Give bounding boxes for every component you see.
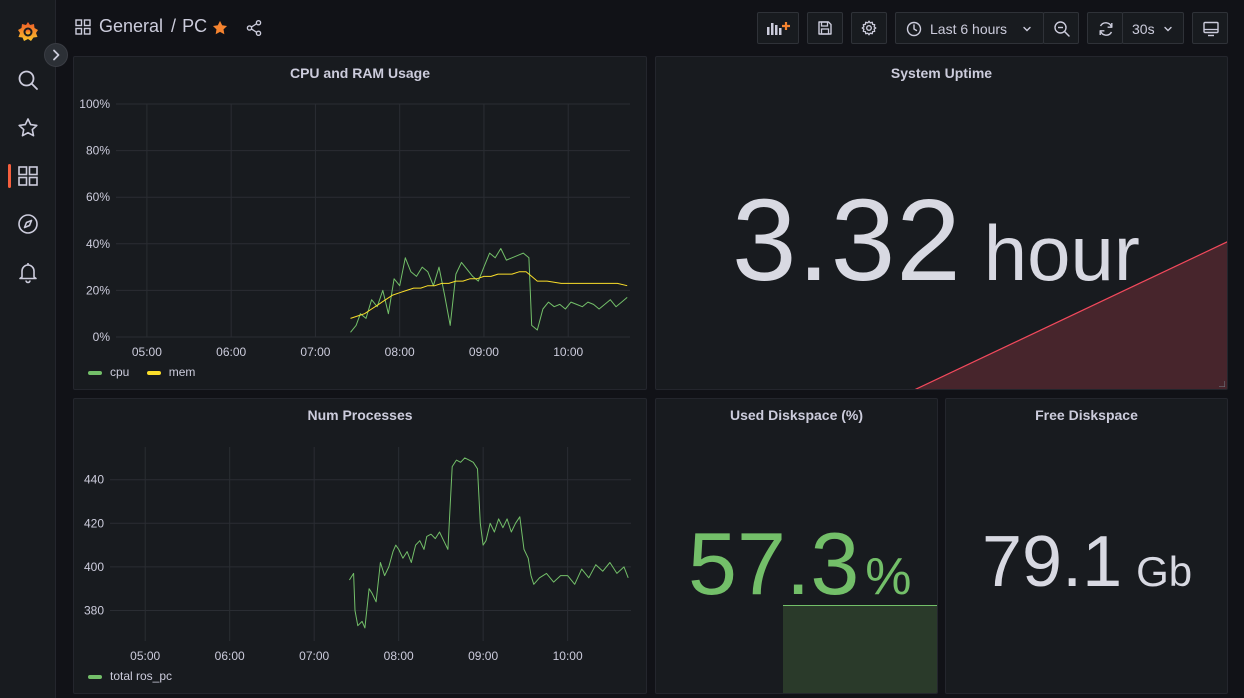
stat-value: 3.32 (732, 175, 962, 305)
dashboards-icon[interactable] (16, 164, 40, 188)
refresh-icon (1099, 22, 1113, 36)
x-tick-label: 07:00 (300, 345, 330, 359)
save-dashboard-button[interactable] (807, 12, 843, 44)
uptime-panel[interactable]: System Uptime 3.32 hour (655, 56, 1228, 390)
legend-item-total-ros-pc[interactable]: total ros_pc (88, 669, 172, 683)
y-tick-label: 20% (86, 283, 110, 297)
cpu-ram-chart: 0% 20% 40% 60% 80% 100% 05:00 06:00 07:00 08:00 09… (79, 97, 630, 359)
x-tick-label: 09:00 (468, 649, 498, 663)
alerting-icon[interactable] (16, 260, 40, 284)
x-tick-label: 08:00 (384, 649, 414, 663)
sidebar (0, 0, 56, 698)
x-tick-label: 10:00 (553, 345, 583, 359)
x-tick-label: 05:00 (132, 345, 162, 359)
refresh-interval-label: 30s (1132, 21, 1155, 37)
share-icon[interactable] (245, 19, 263, 37)
starred-icon[interactable] (16, 116, 40, 140)
clock-icon (906, 21, 922, 37)
tv-mode-button[interactable] (1192, 12, 1228, 44)
legend-label: cpu (110, 365, 130, 379)
series-line-mem[interactable] (350, 271, 628, 319)
stat-unit: % (865, 548, 912, 606)
zoom-out-icon (1054, 21, 1070, 37)
time-range-picker[interactable]: Last 6 hours (895, 12, 1044, 44)
x-tick-label: 06:00 (216, 345, 246, 359)
chevron-right-icon (53, 49, 60, 61)
legend-item-mem[interactable]: mem (146, 365, 196, 379)
stat-unit: hour (983, 209, 1140, 297)
active-indicator (8, 164, 11, 188)
processes-panel[interactable]: Num Processes 380 400 420 440 05:00 06:00 07:0… (73, 398, 647, 694)
dashboard-grid-icon (75, 19, 91, 35)
add-panel-button[interactable] (757, 12, 799, 44)
dashboard-settings-button[interactable] (851, 12, 887, 44)
page-title[interactable]: PC (182, 16, 207, 36)
cpu-ram-panel[interactable]: CPU and RAM Usage 0% 20% 40% 60% 80% 100% 05:0… (73, 56, 647, 390)
disk-level-bar (783, 605, 937, 693)
y-tick-label: 60% (86, 190, 110, 204)
refresh-interval-picker[interactable]: 30s (1122, 12, 1184, 44)
panel-title[interactable]: Free Diskspace (946, 407, 1227, 423)
breadcrumb: General / PC (99, 16, 207, 37)
breadcrumb-separator: / (171, 16, 177, 36)
stat-value: 79.1 (982, 522, 1123, 602)
free-disk-stat: 79.1 Gb (982, 521, 1192, 603)
x-tick-label: 08:00 (385, 345, 415, 359)
legend-label: total ros_pc (110, 669, 173, 683)
free-disk-panel[interactable]: Free Diskspace 79.1 Gb (945, 398, 1228, 694)
y-tick-label: 100% (79, 97, 110, 111)
y-tick-label: 40% (86, 237, 110, 251)
y-tick-label: 420 (84, 516, 104, 530)
search-icon[interactable] (16, 68, 40, 92)
legend: total ros_pc (88, 669, 186, 683)
legend-label: mem (168, 365, 196, 379)
breadcrumb-folder[interactable]: General (99, 16, 163, 36)
series-line-total-ros-pc[interactable] (348, 457, 629, 629)
used-disk-panel[interactable]: Used Diskspace (%) 57.3% (655, 398, 938, 694)
y-tick-label: 400 (84, 560, 104, 574)
time-range-label: Last 6 hours (930, 21, 1008, 37)
grafana-logo[interactable] (16, 20, 40, 44)
add-panel-icon (767, 22, 790, 35)
processes-chart: 380 400 420 440 05:00 06:00 07:00 08:00 09:00 10:… (84, 447, 631, 663)
stat-unit: Gb (1136, 548, 1193, 595)
y-tick-label: 80% (86, 144, 110, 158)
explore-icon[interactable] (16, 212, 40, 236)
gear-icon (861, 20, 877, 36)
chevron-down-icon (1164, 26, 1172, 32)
y-tick-label: 440 (84, 473, 104, 487)
legend: cpu mem (88, 365, 209, 379)
uptime-stat: 3.32 hour (732, 173, 1140, 307)
favorite-star-icon[interactable] (211, 19, 229, 37)
x-tick-label: 06:00 (215, 649, 245, 663)
chevron-down-icon (1023, 26, 1031, 32)
panel-title[interactable]: Used Diskspace (%) (656, 407, 937, 423)
y-tick-label: 380 (84, 603, 104, 617)
x-tick-label: 05:00 (130, 649, 160, 663)
legend-item-cpu[interactable]: cpu (88, 365, 129, 379)
stat-value: 57.3 (688, 514, 860, 613)
expand-menu-button[interactable] (44, 43, 68, 67)
zoom-out-button[interactable] (1043, 12, 1079, 44)
x-tick-label: 10:00 (553, 649, 583, 663)
save-icon (818, 21, 832, 35)
used-disk-stat: 57.3% (688, 513, 912, 615)
y-tick-label: 0% (93, 330, 111, 344)
x-tick-label: 09:00 (469, 345, 499, 359)
resize-handle-icon[interactable] (1219, 381, 1225, 387)
x-tick-label: 07:00 (299, 649, 329, 663)
monitor-icon (1203, 21, 1219, 37)
refresh-button[interactable] (1087, 12, 1123, 44)
